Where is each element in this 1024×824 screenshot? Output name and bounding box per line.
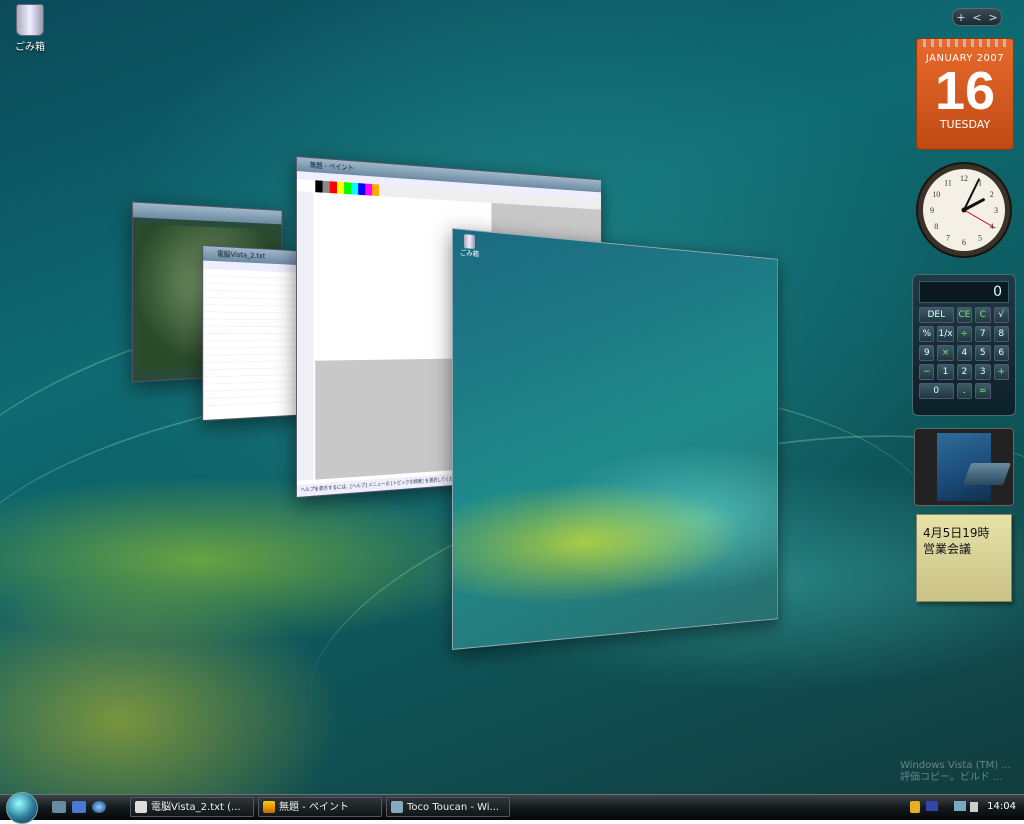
- desktop: ごみ箱 電脳Vista_2.txt 無題 - ペイント ヘルプを表示するには、[…: [0, 0, 1024, 794]
- text-area[interactable]: [203, 268, 306, 408]
- start-button[interactable]: [6, 792, 38, 824]
- recycle-bin-icon[interactable]: ごみ箱: [0, 4, 60, 53]
- calc-key-8[interactable]: 8: [993, 326, 1009, 342]
- calc-key-0[interactable]: 0: [919, 383, 954, 399]
- calc-key-sqrt[interactable]: √: [993, 307, 1009, 323]
- previous-gadgets-button[interactable]: <: [972, 11, 981, 24]
- notepad-icon: [135, 801, 147, 813]
- clock-numeral: 6: [962, 238, 966, 247]
- trash-icon: [16, 4, 44, 36]
- calc-key-subtract[interactable]: −: [919, 364, 935, 380]
- clock-numeral: 7: [946, 234, 950, 243]
- notification-area: 14:04: [906, 797, 1022, 817]
- calc-key-delete[interactable]: DEL: [919, 307, 954, 323]
- calc-key-divide[interactable]: ÷: [956, 326, 973, 342]
- clock-numeral: 12: [960, 174, 968, 183]
- calc-key-7[interactable]: 7: [975, 326, 991, 342]
- window-titlebar: [132, 202, 282, 225]
- shipwreck-image: [962, 463, 1012, 485]
- language-bar-icon[interactable]: [926, 801, 938, 811]
- clock-numeral: 2: [990, 190, 994, 199]
- watermark-line: 評価コピー。ビルド ...: [900, 772, 1003, 783]
- note-line: 営業会議: [923, 542, 972, 556]
- photo-gallery-icon: [391, 801, 403, 813]
- calculator-keypad: DEL CE C √% 1/x ÷ 7 8 9 × 4 5 6 −1 2 3 +0. =: [913, 307, 1015, 399]
- notes-gadget[interactable]: 4月5日19時 営業会議: [916, 514, 1012, 602]
- calendar-gadget[interactable]: JANUARY 2007 16 TUESDAY: [916, 38, 1014, 150]
- security-shield-icon[interactable]: [910, 801, 920, 813]
- desktop-icon-label: ごみ箱: [459, 248, 480, 259]
- tool-box[interactable]: [296, 191, 314, 481]
- taskbar-clock[interactable]: 14:04: [987, 801, 1016, 812]
- calc-key-multiply[interactable]: ×: [937, 345, 954, 361]
- slideshow-gadget[interactable]: [914, 428, 1014, 506]
- note-line: 4月5日19時: [923, 526, 990, 540]
- add-gadget-button[interactable]: +: [956, 11, 965, 24]
- internet-explorer-icon[interactable]: [92, 801, 106, 813]
- clock-numeral: 8: [934, 222, 938, 231]
- calc-key-9[interactable]: 9: [919, 345, 935, 361]
- clock-center: [961, 207, 967, 213]
- calc-key-clear-entry[interactable]: CE: [956, 307, 973, 323]
- calc-key-1[interactable]: 1: [937, 364, 954, 380]
- task-label: Toco Toucan - Wi...: [407, 802, 500, 813]
- taskbar-button-paint[interactable]: 無題 - ペイント: [258, 797, 382, 817]
- calc-key-add[interactable]: +: [993, 364, 1009, 380]
- calc-key-4[interactable]: 4: [956, 345, 973, 361]
- slideshow-photo: [937, 433, 1012, 501]
- clock-numeral: 5: [978, 234, 982, 243]
- task-label: 無題 - ペイント: [279, 802, 349, 813]
- calculator-gadget[interactable]: 0 DEL CE C √% 1/x ÷ 7 8 9 × 4 5 6 −1 2 3 +0. =: [912, 274, 1016, 416]
- calc-key-clear[interactable]: C: [975, 307, 991, 323]
- clock-numeral: 9: [930, 206, 934, 215]
- notepad-window[interactable]: 電脳Vista_2.txt: [202, 244, 307, 422]
- paint-icon: [263, 801, 275, 813]
- calc-key-5[interactable]: 5: [975, 345, 991, 361]
- clock-gadget[interactable]: 123456789101112: [914, 160, 1014, 260]
- desktop-icon-label: ごみ箱: [15, 42, 45, 53]
- switch-windows-icon[interactable]: [72, 801, 86, 813]
- task-label: 電脳Vista_2.txt (...: [151, 802, 241, 813]
- trash-icon: [463, 234, 475, 249]
- calculator-display: 0: [919, 281, 1009, 303]
- watermark-line: Windows Vista (TM) ...: [900, 760, 1011, 771]
- calc-key-2[interactable]: 2: [956, 364, 973, 380]
- calc-key-equals[interactable]: =: [975, 383, 991, 399]
- taskbar-button-photo-gallery[interactable]: Toco Toucan - Wi...: [386, 797, 510, 817]
- calc-key-reciprocal[interactable]: 1/x: [937, 326, 954, 342]
- calc-key-6[interactable]: 6: [993, 345, 1009, 361]
- calendar-weekday: TUESDAY: [939, 118, 991, 131]
- calc-key-3[interactable]: 3: [975, 364, 991, 380]
- taskbar: 電脳Vista_2.txt (... 無題 - ペイント Toco Toucan…: [0, 792, 1024, 824]
- evaluation-watermark: Windows Vista (TM) ... 評価コピー。ビルド ...: [900, 760, 1011, 784]
- clock-numeral: 3: [994, 206, 998, 215]
- calc-key-decimal[interactable]: .: [956, 383, 973, 399]
- sidebar-controls[interactable]: + < >: [952, 8, 1002, 26]
- network-icon[interactable]: [954, 801, 966, 811]
- clock-numeral: 10: [932, 190, 940, 199]
- taskbar-button-notepad[interactable]: 電脳Vista_2.txt (...: [130, 797, 254, 817]
- calendar-rings: [923, 39, 1007, 47]
- clock-numeral: 11: [944, 178, 952, 187]
- volume-icon[interactable]: [970, 802, 978, 812]
- calc-key-percent[interactable]: %: [919, 326, 935, 342]
- next-gadgets-button[interactable]: >: [988, 11, 997, 24]
- desktop-preview-window[interactable]: ごみ箱: [452, 228, 779, 650]
- show-desktop-icon[interactable]: [52, 801, 66, 813]
- recycle-bin-icon: ごみ箱: [457, 233, 483, 259]
- calendar-day: 16: [934, 61, 996, 121]
